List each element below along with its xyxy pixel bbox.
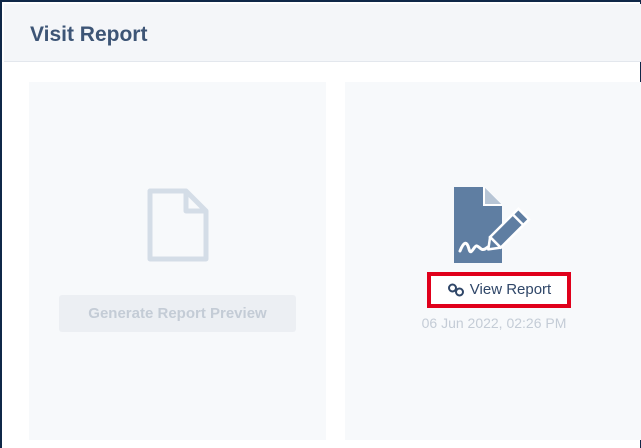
report-timestamp: 06 Jun 2022, 02:26 PM	[421, 315, 567, 331]
visit-report-panel: Visit Report Generate Report Preview Vie…	[0, 0, 641, 448]
link-icon	[447, 283, 464, 297]
panel-title: Visit Report	[30, 23, 148, 46]
panel-header: Visit Report	[4, 4, 641, 62]
view-report-card: View Report 06 Jun 2022, 02:26 PM	[345, 82, 641, 440]
view-report-link[interactable]: View Report	[427, 272, 571, 308]
generate-report-preview-button[interactable]: Generate Report Preview	[59, 295, 296, 332]
view-report-label: View Report	[469, 281, 552, 298]
generate-report-card: Generate Report Preview	[29, 82, 326, 440]
document-icon	[147, 188, 209, 262]
signed-document-icon	[454, 187, 531, 263]
